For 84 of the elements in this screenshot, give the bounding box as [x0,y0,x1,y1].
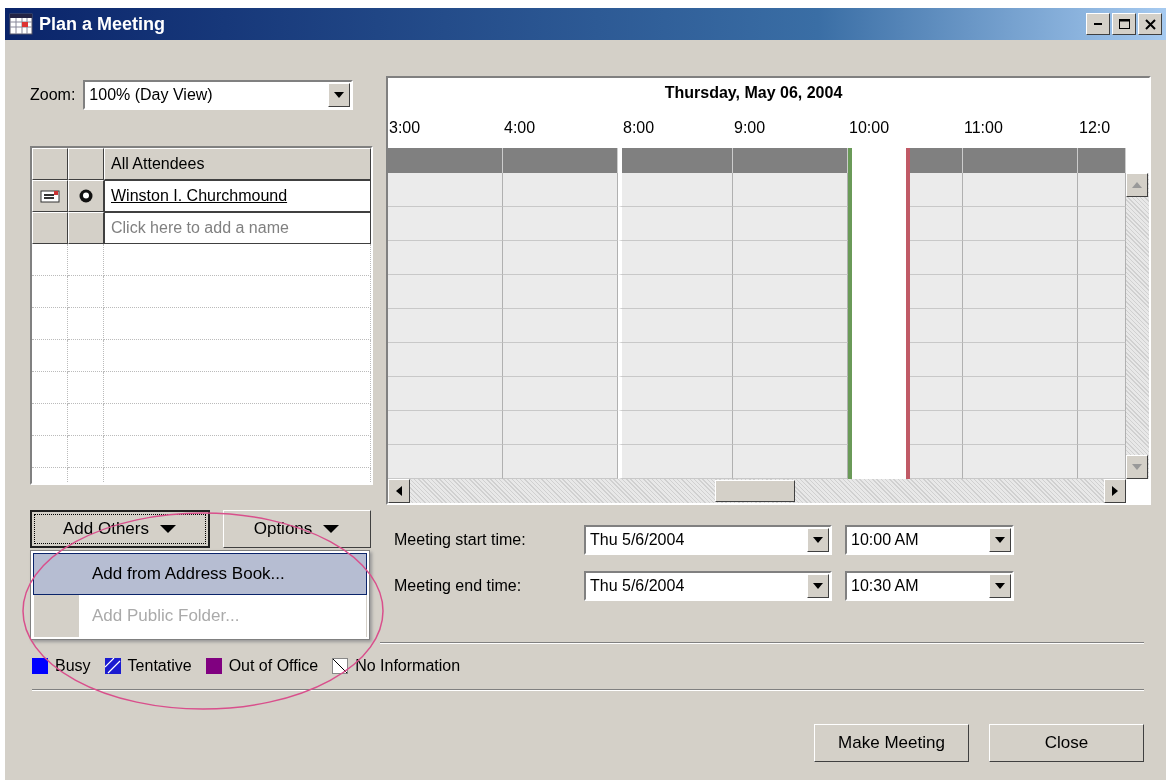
arrow-right-icon [1111,485,1119,497]
caret-icon [333,90,346,100]
time-label: 3:00 [388,118,422,138]
grid-cell [68,276,104,308]
grid-cell [32,244,68,276]
column-header: All Attendees [104,148,371,180]
caret-icon [322,524,341,534]
time-field[interactable]: 10:00 AM [845,525,1014,555]
time-label: 12:0 [1078,118,1112,138]
legend-label: No Information [355,657,461,675]
minimize-icon [1094,23,1102,25]
scroll-left-button[interactable] [388,479,410,503]
caret-icon [994,535,1006,545]
schedule-cell [1078,445,1126,479]
minimize-button[interactable] [1086,13,1110,35]
arrow-down-icon [1131,463,1143,471]
schedule-cell [1078,411,1126,445]
date-field[interactable]: Thu 5/6/2004 [584,525,832,555]
zoom-label: Zoom: [30,86,76,104]
legend-label: Tentative [127,657,192,675]
schedule-cell [1078,275,1126,309]
date-field[interactable]: Thu 5/6/2004 [584,571,832,601]
grid-cell [32,340,68,372]
grid-cell [32,404,68,436]
time-label: 8:00 [622,118,656,138]
caret-icon [812,581,824,591]
response-icon [78,188,94,204]
options-button[interactable]: Options [223,510,371,548]
grid-cell [32,276,68,308]
dialog-button[interactable]: Close [989,724,1144,762]
grid-cell [32,372,68,404]
grid-cell [32,436,68,468]
scroll-thumb[interactable] [715,480,795,502]
grid-cell [68,404,104,436]
grid-cell [32,308,68,340]
dropdown-button[interactable] [989,574,1011,598]
caret-icon [812,535,824,545]
legend-label: Out of Office [228,657,319,675]
dialog-button[interactable]: Make Meeting [814,724,969,762]
schedule-date: Thursday, May 06, 2004 [663,83,844,103]
close-button[interactable] [1138,13,1162,35]
time-field[interactable]: 10:30 AM [845,571,1014,601]
time-label: Meeting start time: [393,531,527,549]
time-label: 11:00 [963,118,1004,138]
close-icon [1144,18,1156,30]
grid-cell [68,244,104,276]
maximize-icon [1118,19,1130,29]
menu-item[interactable]: Add from Address Book... [33,553,367,595]
scroll-down-button[interactable] [1126,455,1148,479]
zoom-dropdown[interactable]: 100% (Day View) [83,80,354,110]
grid-cell [68,436,104,468]
arrow-up-icon [1131,181,1143,189]
horizontal-scrollbar[interactable] [388,479,1126,503]
schedule-cell [1078,241,1126,275]
scroll-right-button[interactable] [1104,479,1126,503]
maximize-button[interactable] [1112,13,1136,35]
time-label: 4:00 [503,118,537,138]
schedule-cell [1078,343,1126,377]
grid-cell [68,308,104,340]
grid-cell [68,340,104,372]
time-label: 10:00 [848,118,891,138]
dropdown-button[interactable] [807,528,829,552]
meeting-selection[interactable] [848,148,910,479]
caret-icon [994,581,1006,591]
scroll-up-button[interactable] [1126,173,1148,197]
arrow-left-icon [395,485,403,497]
time-label: Meeting end time: [393,577,523,595]
attendee-icon [40,188,60,204]
schedule-cell [1078,173,1126,207]
schedule-cell [1078,207,1126,241]
dropdown-button[interactable] [328,83,351,107]
caret-icon [159,524,177,534]
dropdown-button[interactable] [807,574,829,598]
vertical-scrollbar[interactable] [1126,173,1149,479]
dropdown-button[interactable] [989,528,1011,552]
window-title: Plan a Meeting [39,13,166,35]
attendee-name[interactable]: Winston I. Churchmound [104,180,371,212]
add-others-button[interactable]: Add Others [30,510,210,548]
legend-label: Busy [55,657,91,675]
grid-cell [68,372,104,404]
calendar-icon [9,13,33,35]
schedule-cell [1078,377,1126,411]
time-label: 9:00 [733,118,767,138]
schedule-cell [1078,309,1126,343]
